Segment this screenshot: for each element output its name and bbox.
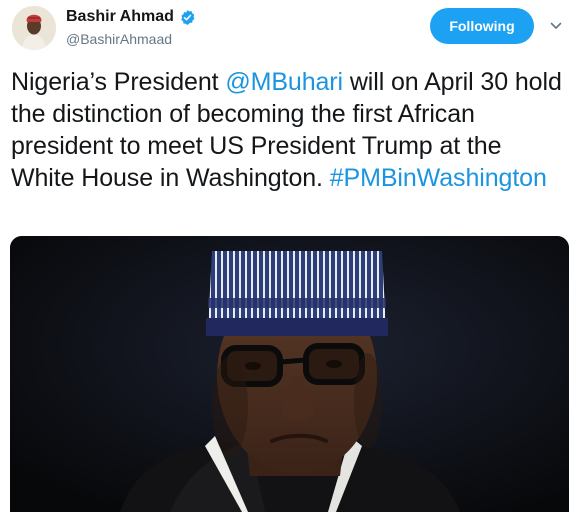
tweet-text: Nigeria’s President @MBuhari will on Apr…	[11, 66, 567, 194]
chevron-down-icon[interactable]	[549, 19, 563, 33]
hashtag-link[interactable]: #PMBinWashington	[330, 164, 547, 192]
display-name[interactable]: Bashir Ahmad	[66, 8, 174, 26]
mention-link[interactable]: @MBuhari	[225, 68, 343, 96]
photo-portrait	[10, 236, 569, 512]
tweet-text-part: Nigeria’s President	[11, 68, 226, 96]
tweet-header: Bashir Ahmad @BashirAhmaad Following	[0, 0, 570, 60]
following-button[interactable]: Following	[430, 8, 534, 44]
verified-badge-icon	[181, 9, 195, 25]
name-row: Bashir Ahmad	[66, 8, 196, 26]
tweet-photo[interactable]	[10, 236, 569, 512]
user-handle[interactable]: @BashirAhmaad	[66, 31, 172, 47]
avatar[interactable]	[12, 6, 56, 50]
